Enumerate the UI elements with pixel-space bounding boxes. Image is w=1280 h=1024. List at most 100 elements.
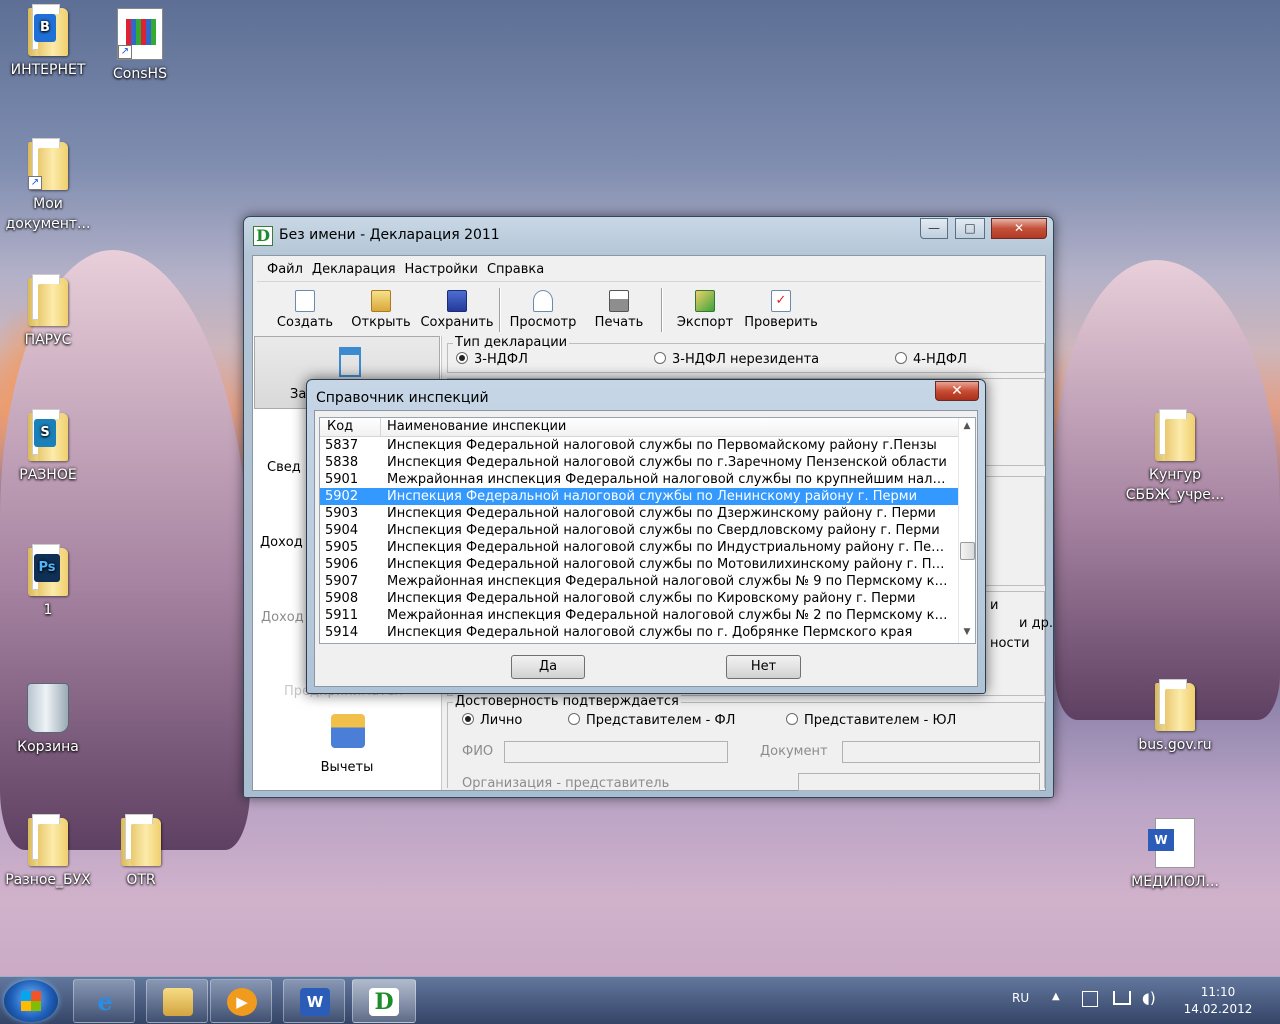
decl-type-label: Тип декларации: [453, 335, 570, 350]
column-header-code[interactable]: Код: [327, 419, 353, 434]
dialog-close-button[interactable]: ✕: [935, 381, 979, 401]
start-button[interactable]: [4, 980, 58, 1022]
cell-code: 5902: [325, 489, 359, 504]
taskbar: e ▶ W D RU ▲ ◖) 11:10 14.02.2012: [0, 976, 1280, 1024]
system-clock[interactable]: 11:10 14.02.2012: [1180, 984, 1256, 1018]
window-titlebar[interactable]: D Без имени - Декларация 2011 — □ ✕: [244, 217, 1053, 253]
toolbar: Создать Открыть Сохранить Просмотр Печат…: [257, 284, 1041, 334]
desktop-icon-parus[interactable]: ПАРУС: [0, 274, 96, 350]
yes-button[interactable]: Да: [511, 655, 585, 679]
no-button[interactable]: Нет: [726, 655, 801, 679]
taskbar-word[interactable]: W: [283, 979, 345, 1023]
inspections-table[interactable]: Код Наименование инспекции 5837 Инспекция…: [319, 417, 976, 644]
volume-icon[interactable]: ◖): [1142, 989, 1156, 1007]
desktop-icon-label: ПАРУС: [24, 332, 72, 348]
scroll-down-icon[interactable]: ▼: [959, 624, 975, 641]
save-disk-icon: [447, 290, 467, 312]
desktop-icon-label: bus.gov.ru: [1138, 737, 1212, 753]
taskbar-internet-explorer[interactable]: e: [73, 979, 135, 1023]
table-row[interactable]: 5906 Инспекция Федеральной налоговой служ…: [320, 556, 959, 573]
radio-personally[interactable]: Лично: [462, 713, 522, 728]
show-hidden-icons-icon[interactable]: ▲: [1052, 991, 1060, 1002]
nav-item-deductions[interactable]: Вычеты: [253, 760, 441, 775]
radio-rep-ul[interactable]: Представителем - ЮЛ: [786, 713, 956, 728]
print-button[interactable]: Печать: [581, 286, 657, 334]
create-button[interactable]: Создать: [267, 286, 343, 334]
desktop-icon-bus-gov[interactable]: bus.gov.ru: [1125, 679, 1225, 755]
taskbar-explorer[interactable]: [146, 979, 208, 1023]
table-row[interactable]: 5838 Инспекция Федеральной налоговой служ…: [320, 454, 959, 471]
cell-code: 5914: [325, 625, 359, 640]
app-logo-icon: D: [253, 226, 273, 246]
language-indicator[interactable]: RU: [1012, 991, 1029, 1005]
document-label: Документ: [760, 744, 828, 759]
desktop-icon-label: МЕДИПОЛ...: [1131, 874, 1219, 890]
desktop-icon-recycle-bin[interactable]: Корзина: [0, 683, 96, 757]
desktop-icon-raznoe[interactable]: S РАЗНОЕ: [0, 409, 96, 485]
menu-declaration[interactable]: Декларация: [312, 262, 396, 277]
radio-rep-fl[interactable]: Представителем - ФЛ: [568, 713, 735, 728]
desktop-icon-otr[interactable]: OTR: [93, 814, 189, 890]
scroll-thumb[interactable]: [960, 542, 975, 560]
desktop-icon-kungur[interactable]: Кунгур СББЖ_учре...: [1125, 409, 1225, 505]
table-row[interactable]: 5907 Межрайонная инспекция Федеральной на…: [320, 573, 959, 590]
maximize-button[interactable]: □: [955, 218, 985, 239]
export-button[interactable]: Экспорт: [667, 286, 743, 334]
export-icon: [695, 290, 715, 312]
desktop-icon-my-documents[interactable]: ↗ Мои документ...: [0, 138, 96, 234]
table-row[interactable]: 5905 Инспекция Федеральной налоговой служ…: [320, 539, 959, 556]
reliability-group: Достоверность подтверждается Лично Предс…: [447, 694, 1045, 791]
cell-code: 5911: [325, 608, 359, 623]
table-row[interactable]: 5904 Инспекция Федеральной налоговой служ…: [320, 522, 959, 539]
table-row[interactable]: 5902 Инспекция Федеральной налоговой служ…: [320, 488, 959, 505]
media-player-icon: ▶: [227, 988, 257, 1016]
scroll-up-icon[interactable]: ▲: [959, 418, 975, 435]
folder-icon: [28, 274, 68, 326]
action-center-flag-icon[interactable]: [1082, 991, 1098, 1007]
desktop-icon-internet[interactable]: B ИНТЕРНЕТ: [0, 4, 96, 80]
save-button[interactable]: Сохранить: [419, 286, 495, 334]
fio-field[interactable]: [504, 741, 728, 763]
folder-shortcut-icon: ↗: [28, 138, 68, 190]
word-icon: W: [300, 988, 330, 1016]
desktop-icon-conshs[interactable]: ↗ ConsHS: [92, 8, 188, 84]
dialog-client: Код Наименование инспекции 5837 Инспекция…: [314, 410, 978, 687]
desktop-icon-raznoe-buh[interactable]: Разное_БУХ: [0, 814, 96, 890]
cell-name: Инспекция Федеральной налоговой службы п…: [387, 557, 952, 572]
table-row[interactable]: 5903 Инспекция Федеральной налоговой служ…: [320, 505, 959, 522]
table-row[interactable]: 5914 Инспекция Федеральной налоговой служ…: [320, 624, 959, 641]
cell-name: Межрайонная инспекция Федеральной налого…: [387, 608, 952, 623]
check-button[interactable]: ✓ Проверить: [743, 286, 819, 334]
network-icon[interactable]: [1113, 991, 1131, 1005]
inspections-dialog: Справочник инспекций ✕ Код Наименование …: [306, 379, 986, 694]
menu-settings[interactable]: Настройки: [405, 262, 478, 277]
taskbar-declaration[interactable]: D: [352, 979, 416, 1023]
open-button[interactable]: Открыть: [343, 286, 419, 334]
column-header-name[interactable]: Наименование инспекции: [387, 419, 566, 434]
desktop-icon-medipol[interactable]: W МЕДИПОЛ...: [1125, 818, 1225, 892]
menu-file[interactable]: Файл: [267, 262, 303, 277]
radio-4ndfl[interactable]: 4-НДФЛ: [895, 352, 967, 367]
preview-icon: [533, 290, 553, 312]
table-row[interactable]: 5901 Межрайонная инспекция Федеральной на…: [320, 471, 959, 488]
table-header: Код Наименование инспекции: [320, 418, 959, 437]
desktop-icon-1[interactable]: Ps 1: [0, 544, 96, 620]
fio-label: ФИО: [462, 744, 494, 759]
vertical-scrollbar[interactable]: ▲ ▼: [958, 418, 975, 643]
org-rep-field[interactable]: [798, 773, 1040, 791]
cell-name: Межрайонная инспекция Федеральной налого…: [387, 574, 952, 589]
taskbar-media-player[interactable]: ▶: [210, 979, 272, 1023]
table-row[interactable]: 5911 Межрайонная инспекция Федеральной на…: [320, 607, 959, 624]
org-rep-label: Организация - представитель: [462, 776, 670, 791]
declaration-app-icon: D: [369, 988, 399, 1016]
preview-button[interactable]: Просмотр: [505, 286, 581, 334]
table-row[interactable]: 5908 Инспекция Федеральной налоговой служ…: [320, 590, 959, 607]
radio-3ndfl[interactable]: 3-НДФЛ: [456, 352, 528, 367]
close-button[interactable]: ✕: [991, 218, 1047, 239]
menu-help[interactable]: Справка: [487, 262, 544, 277]
cell-name: Инспекция Федеральной налоговой службы п…: [387, 489, 918, 504]
document-field[interactable]: [842, 741, 1040, 763]
radio-3ndfl-nonresident[interactable]: 3-НДФЛ нерезидента: [654, 352, 819, 367]
minimize-button[interactable]: —: [920, 218, 948, 239]
table-row[interactable]: 5837 Инспекция Федеральной налоговой служ…: [320, 437, 959, 454]
